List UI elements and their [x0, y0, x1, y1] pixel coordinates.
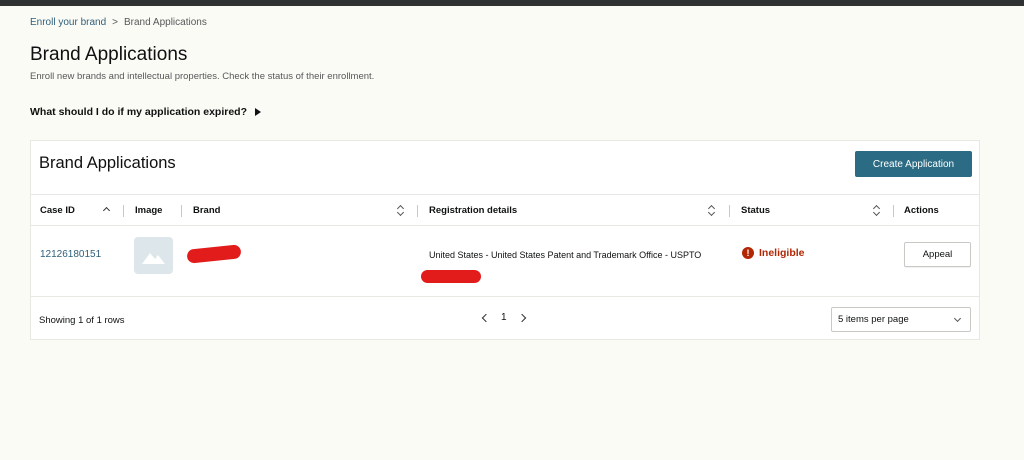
column-label-case-id: Case ID [40, 205, 75, 216]
status-badge: ! Ineligible [742, 247, 805, 259]
brand-redaction [186, 244, 242, 264]
table-header: Case ID Image Brand Registration details… [31, 194, 979, 226]
top-bar [0, 0, 1024, 6]
chevron-down-icon [953, 314, 962, 323]
column-label-image: Image [135, 205, 163, 216]
appeal-button[interactable]: Appeal [904, 242, 971, 267]
column-header-actions: Actions [904, 195, 939, 226]
column-divider [729, 205, 730, 217]
row-count-text: Showing 1 of 1 rows [39, 315, 125, 326]
column-divider [181, 205, 182, 217]
column-header-case-id[interactable]: Case ID [40, 195, 75, 226]
chevron-left-icon[interactable] [481, 313, 491, 322]
breadcrumb-current: Brand Applications [124, 17, 207, 28]
faq-expander[interactable]: What should I do if my application expir… [30, 106, 262, 118]
chevron-right-icon[interactable] [517, 313, 526, 322]
column-divider [123, 205, 124, 217]
create-application-button[interactable]: Create Application [855, 151, 972, 177]
column-header-registration[interactable]: Registration details [429, 195, 517, 226]
sort-icon[interactable] [873, 204, 881, 218]
card-title: Brand Applications [39, 154, 176, 172]
sort-ascending-icon[interactable] [102, 206, 111, 215]
status-text: Ineligible [759, 247, 805, 259]
column-divider [417, 205, 418, 217]
column-header-image: Image [135, 195, 162, 226]
column-label-registration: Registration details [429, 205, 518, 216]
registration-details: United States - United States Patent and… [429, 250, 702, 260]
page-subtitle: Enroll new brands and intellectual prope… [30, 71, 375, 82]
image-placeholder-icon [134, 237, 173, 274]
table-row: 12126180151 United States - United State… [31, 227, 979, 297]
breadcrumb-separator: > [112, 17, 118, 28]
items-per-page-select[interactable]: 5 items per page [831, 307, 971, 332]
faq-label: What should I do if my application expir… [30, 106, 248, 118]
caret-right-icon [255, 108, 262, 116]
breadcrumb: Enroll your brand > Brand Applications [30, 17, 207, 28]
column-header-status[interactable]: Status [741, 195, 770, 226]
table-footer: Showing 1 of 1 rows 1 5 items per page [31, 298, 979, 340]
column-label-actions: Actions [904, 205, 939, 216]
pagination: 1 [481, 312, 526, 323]
sort-icon[interactable] [397, 204, 405, 218]
current-page[interactable]: 1 [501, 312, 507, 323]
sort-icon[interactable] [708, 204, 716, 218]
breadcrumb-enroll-link[interactable]: Enroll your brand [30, 17, 106, 28]
column-label-status: Status [741, 205, 771, 216]
column-divider [893, 205, 894, 217]
registration-redaction [421, 270, 481, 283]
alert-icon: ! [742, 247, 754, 259]
case-id-link[interactable]: 12126180151 [40, 249, 101, 260]
applications-card: Brand Applications Create Application Ca… [30, 140, 980, 340]
items-per-page-value: 5 items per page [838, 314, 909, 325]
column-label-brand: Brand [193, 205, 221, 216]
column-header-brand[interactable]: Brand [193, 195, 220, 226]
page-title: Brand Applications [30, 44, 188, 65]
